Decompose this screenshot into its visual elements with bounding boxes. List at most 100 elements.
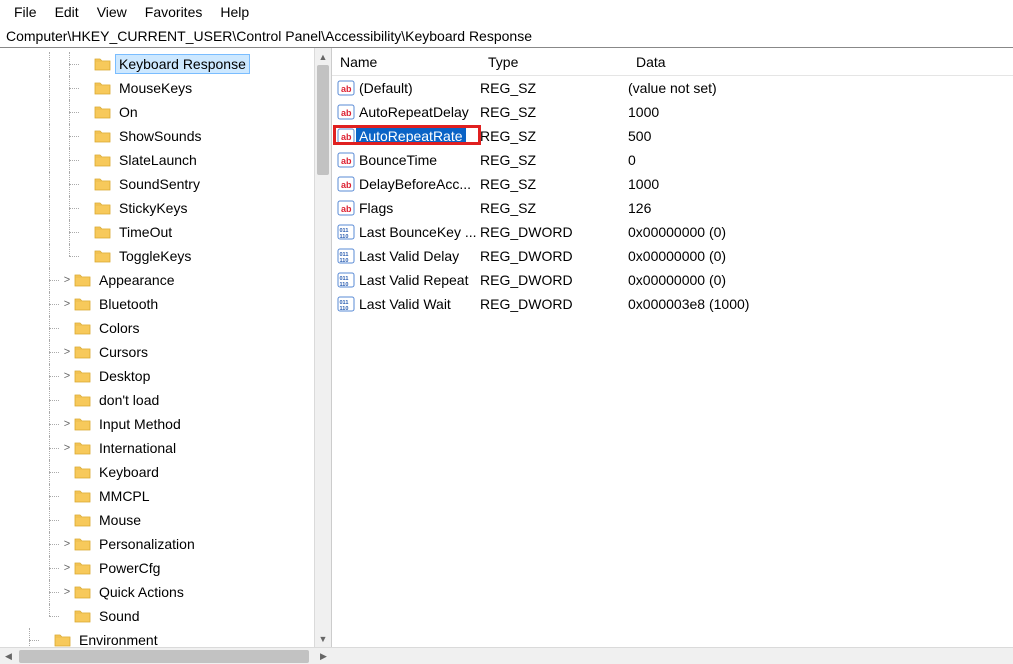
tree-item[interactable]: SoundSentry [0, 172, 331, 196]
tree-item[interactable]: On [0, 100, 331, 124]
tree-item[interactable]: ToggleKeys [0, 244, 331, 268]
menu-view[interactable]: View [89, 2, 135, 22]
string-value-icon [336, 127, 356, 145]
tree-item[interactable]: Environment [0, 628, 331, 647]
tree-item-label: Environment [76, 631, 161, 647]
dword-value-icon [336, 223, 356, 241]
expand-toggle[interactable]: > [60, 370, 74, 382]
tree-item-label: Cursors [96, 343, 151, 361]
tree-item[interactable]: Keyboard Response [0, 52, 331, 76]
value-name: Flags [356, 199, 396, 217]
scroll-thumb[interactable] [317, 65, 329, 175]
value-name: AutoRepeatRate [356, 127, 466, 145]
expand-toggle[interactable]: > [60, 586, 74, 598]
value-row[interactable]: Last Valid WaitREG_DWORD0x000003e8 (1000… [332, 292, 1013, 316]
scroll-up-button[interactable]: ▲ [315, 48, 331, 65]
menu-favorites[interactable]: Favorites [137, 2, 211, 22]
scroll-track[interactable] [315, 65, 331, 630]
string-value-icon [336, 175, 356, 193]
tree-item[interactable]: >Bluetooth [0, 292, 331, 316]
folder-icon [74, 272, 92, 288]
value-row[interactable]: Last Valid DelayREG_DWORD0x00000000 (0) [332, 244, 1013, 268]
folder-icon [74, 344, 92, 360]
tree-item-label: TimeOut [116, 223, 175, 241]
column-header-name[interactable]: Name [332, 48, 480, 75]
tree-item[interactable]: >Appearance [0, 268, 331, 292]
expand-toggle[interactable]: > [60, 442, 74, 454]
tree-item[interactable]: >Input Method [0, 412, 331, 436]
tree-item-label: ToggleKeys [116, 247, 194, 265]
tree-item[interactable]: Colors [0, 316, 331, 340]
values-header[interactable]: Name Type Data [332, 48, 1013, 76]
value-row[interactable]: AutoRepeatRateREG_SZ500 [332, 124, 1013, 148]
expand-toggle[interactable]: > [60, 346, 74, 358]
tree-item-label: ShowSounds [116, 127, 205, 145]
menu-edit[interactable]: Edit [47, 2, 87, 22]
menu-help[interactable]: Help [212, 2, 257, 22]
value-row[interactable]: BounceTimeREG_SZ0 [332, 148, 1013, 172]
tree-item-label: Mouse [96, 511, 144, 529]
expand-toggle[interactable]: > [60, 298, 74, 310]
tree-item[interactable]: > Cursors [0, 340, 331, 364]
folder-icon [54, 632, 72, 647]
string-value-icon [336, 79, 356, 97]
value-type: REG_SZ [480, 176, 628, 192]
string-value-icon [336, 103, 356, 121]
value-row[interactable]: FlagsREG_SZ126 [332, 196, 1013, 220]
expand-toggle[interactable]: > [60, 418, 74, 430]
tree-item[interactable]: Mouse [0, 508, 331, 532]
tree-item[interactable]: TimeOut [0, 220, 331, 244]
tree-item-label: Personalization [96, 535, 198, 553]
values-list[interactable]: (Default)REG_SZ(value not set)AutoRepeat… [332, 76, 1013, 316]
tree-item[interactable]: > Personalization [0, 532, 331, 556]
expand-toggle[interactable]: > [60, 562, 74, 574]
registry-tree[interactable]: Keyboard ResponseMouseKeysOn ShowSounds Sl… [0, 48, 331, 647]
hscroll-thumb[interactable] [19, 650, 309, 663]
folder-icon [94, 128, 112, 144]
tree-item-label: SlateLaunch [116, 151, 200, 169]
scroll-down-button[interactable]: ▼ [315, 630, 331, 647]
value-row[interactable]: Last Valid RepeatREG_DWORD0x00000000 (0) [332, 268, 1013, 292]
column-header-data[interactable]: Data [628, 48, 1013, 75]
value-name: Last Valid Wait [356, 295, 454, 313]
value-name: (Default) [356, 79, 416, 97]
tree-item[interactable]: > International [0, 436, 331, 460]
tree-item[interactable]: ShowSounds [0, 124, 331, 148]
value-row[interactable]: AutoRepeatDelayREG_SZ1000 [332, 100, 1013, 124]
tree-item-label: Colors [96, 319, 142, 337]
value-data: 0x00000000 (0) [628, 272, 1013, 288]
value-type: REG_DWORD [480, 296, 628, 312]
tree-item[interactable]: >Desktop [0, 364, 331, 388]
tree-item[interactable]: SlateLaunch [0, 148, 331, 172]
value-name: DelayBeforeAcc... [356, 175, 474, 193]
tree-item[interactable]: >Quick Actions [0, 580, 331, 604]
column-header-type[interactable]: Type [480, 48, 628, 75]
folder-icon [74, 392, 92, 408]
value-data: 1000 [628, 176, 1013, 192]
tree-item[interactable]: Keyboard [0, 460, 331, 484]
tree-item[interactable]: MMCPL [0, 484, 331, 508]
folder-icon [94, 176, 112, 192]
value-row[interactable]: DelayBeforeAcc... REG_SZ1000 [332, 172, 1013, 196]
value-row[interactable]: Last BounceKey ...REG_DWORD0x00000000 (0… [332, 220, 1013, 244]
tree-item-label: SoundSentry [116, 175, 203, 193]
tree-item[interactable]: Sound [0, 604, 331, 628]
string-value-icon [336, 199, 356, 217]
tree-item-label: International [96, 439, 179, 457]
menu-file[interactable]: File [6, 2, 45, 22]
tree-scrollbar-vertical[interactable]: ▲ ▼ [314, 48, 331, 647]
scroll-left-button[interactable]: ◀ [0, 648, 17, 664]
value-data: 0x00000000 (0) [628, 248, 1013, 264]
tree-item[interactable]: MouseKeys [0, 76, 331, 100]
address-bar[interactable]: Computer\HKEY_CURRENT_USER\Control Panel… [0, 24, 1013, 48]
expand-toggle[interactable]: > [60, 274, 74, 286]
folder-icon [94, 200, 112, 216]
expand-toggle[interactable]: > [60, 538, 74, 550]
tree-item[interactable]: StickyKeys [0, 196, 331, 220]
tree-item[interactable]: don't load [0, 388, 331, 412]
scroll-right-button[interactable]: ▶ [315, 648, 332, 664]
value-row[interactable]: (Default)REG_SZ(value not set) [332, 76, 1013, 100]
tree-item-label: StickyKeys [116, 199, 190, 217]
tree-scrollbar-horizontal[interactable]: ◀ ▶ [0, 647, 1013, 664]
tree-item[interactable]: >PowerCfg [0, 556, 331, 580]
